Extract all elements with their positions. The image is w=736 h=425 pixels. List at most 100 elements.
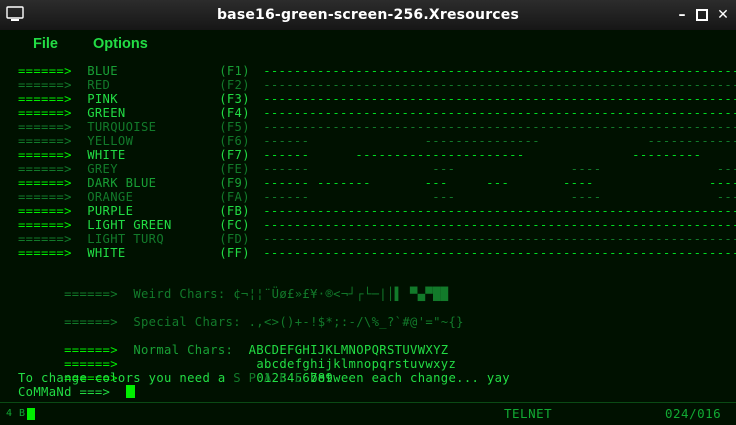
color-code: (FB)	[219, 204, 250, 218]
color-code: (F4)	[219, 106, 250, 120]
color-name: PURPLE	[87, 204, 134, 218]
status-cursor-position: 024/016	[665, 406, 722, 421]
color-name: RED	[87, 78, 111, 92]
color-name: GREEN	[87, 106, 126, 120]
minimize-icon[interactable]: –	[674, 7, 690, 23]
instruction-prefix: To change colors you need a	[18, 371, 234, 385]
normal-chars-row-upper: ======> Normal Chars: ABCDEFGHIJKLMNOPQR…	[18, 329, 449, 357]
color-row: ======> ORANGE (FA) ------ --- ---- ------…	[18, 190, 736, 204]
color-code: (F3)	[219, 92, 250, 106]
color-name: LIGHT TURQ	[87, 232, 165, 246]
color-dashes: ----------------------------------------…	[263, 232, 736, 246]
row-arrow: ======>	[18, 232, 72, 246]
color-dashes: ----------------------------------------…	[263, 120, 736, 134]
menu-file[interactable]: File	[33, 36, 58, 52]
color-name: WHITE	[87, 148, 126, 162]
color-name: PINK	[87, 92, 118, 106]
color-name: TURQUOISE	[87, 120, 157, 134]
color-name: DARK BLUE	[87, 176, 157, 190]
row-arrow: ======>	[18, 246, 72, 260]
color-name: ORANGE	[87, 190, 134, 204]
color-name: WHITE	[87, 246, 126, 260]
status-indicator: 4 B	[6, 408, 26, 419]
weird-chars-label: Weird Chars:	[133, 287, 226, 301]
window-title: base16-green-screen-256.Xresources	[216, 7, 520, 23]
color-dashes: ------ --- ---- ---------------	[263, 162, 736, 176]
color-row: ======> BLUE (F1) ------------------------…	[18, 64, 736, 78]
weird-chars-value: ¢¬¦¦¨Üø£»£¥·®<¬┘┌└─|│▌ ▀▄▀██	[233, 287, 449, 301]
status-session: TELNET	[504, 406, 553, 421]
color-name: GREY	[87, 162, 118, 176]
color-code: (F9)	[219, 176, 250, 190]
row-arrow: ======>	[18, 176, 72, 190]
color-code: (FE)	[219, 162, 250, 176]
color-row: ======> WHITE (F7) ------ ----------------…	[18, 148, 736, 162]
color-row: ======> GREY (FE) ------ --- ---- --------…	[18, 162, 736, 176]
row-arrow: ======>	[18, 148, 72, 162]
terminal-window: base16-green-screen-256.Xresources – ✕ F…	[0, 0, 736, 425]
color-row: ======> YELLOW (F6) ------ ---------------…	[18, 134, 736, 148]
menu-options[interactable]: Options	[93, 36, 148, 52]
color-dashes: ----------------------------------------…	[263, 204, 736, 218]
title-bar: base16-green-screen-256.Xresources – ✕	[0, 0, 736, 30]
row-arrow: ======>	[18, 162, 72, 176]
color-code: (FD)	[219, 232, 250, 246]
color-row: ======> PURPLE (FB) ----------------------…	[18, 204, 736, 218]
row-arrow: ======>	[18, 92, 72, 106]
color-dashes: ----------------------------------------…	[263, 92, 736, 106]
special-chars-value: .,<>()+-!$*;:-/\%_?`#@'="~{}	[248, 315, 464, 329]
color-dashes: ------ --- ---- ---------------	[263, 190, 736, 204]
color-dashes: ----------------------------------------…	[263, 64, 736, 78]
instruction-space: S P A C E	[233, 371, 303, 385]
color-name: YELLOW	[87, 134, 134, 148]
color-code: (FC)	[219, 218, 250, 232]
color-name: LIGHT GREEN	[87, 218, 172, 232]
color-row: ======> WHITE (FF) -----------------------…	[18, 246, 736, 260]
normal-chars-row-digits: ======> 0123456789	[18, 357, 333, 385]
weird-chars-row: ======> Weird Chars: ¢¬¦¦¨Üø£»£¥·®<¬┘┌└─…	[18, 273, 449, 301]
color-dashes: ------ --------------- ------------ ---	[263, 134, 736, 148]
color-code: (FF)	[219, 246, 250, 260]
maximize-icon[interactable]	[694, 7, 710, 23]
color-dashes: ----------------------------------------…	[263, 106, 736, 120]
color-code: (F1)	[219, 64, 250, 78]
color-row: ======> LIGHT TURQ (FD) ------------------…	[18, 232, 736, 246]
row-arrow: ======>	[18, 106, 72, 120]
special-chars-row: ======> Special Chars: .,<>()+-!$*;:-/\%…	[18, 301, 464, 329]
row-arrow: ======>	[18, 78, 72, 92]
row-arrow: ======>	[18, 134, 72, 148]
color-row: ======> PINK (F3) ------------------------…	[18, 92, 736, 106]
color-row: ======> DARK BLUE (F9) ------ ------- --- …	[18, 176, 736, 190]
row-arrow: ======>	[18, 120, 72, 134]
row-arrow: ======>	[18, 204, 72, 218]
color-row: ======> GREEN (F4) -----------------------…	[18, 106, 736, 120]
row-arrow: ======>	[18, 190, 72, 204]
special-chars-label: Special Chars:	[133, 315, 241, 329]
color-row: ======> LIGHT GREEN (FC) -----------------…	[18, 218, 736, 232]
status-bar: 4 B TELNET 024/016	[0, 402, 736, 425]
command-line[interactable]: CoMMaNd ===>	[18, 385, 135, 399]
close-icon[interactable]: ✕	[715, 7, 731, 23]
instruction-suffix: between each change... yay	[302, 371, 510, 385]
color-name: BLUE	[87, 64, 118, 78]
color-code: (F5)	[219, 120, 250, 134]
color-code: (FA)	[219, 190, 250, 204]
color-dashes: ----------------------------------------…	[263, 78, 736, 92]
normal-chars-row-lower: ======> abcdefghijklmnopqrstuvwxyz	[18, 343, 456, 371]
color-code: (F6)	[219, 134, 250, 148]
color-row: ======> TURQUOISE (F5) -------------------…	[18, 120, 736, 134]
row-arrow: ======>	[64, 287, 118, 301]
row-arrow: ======>	[64, 315, 118, 329]
terminal-screen[interactable]: ======> BLUE (F1) ------------------------…	[4, 60, 736, 402]
color-dashes: ------ ------- --- --- ---- ------------…	[263, 176, 736, 190]
instruction-line: To change colors you need a S P A C E be…	[18, 371, 510, 385]
color-row: ======> RED (F2) -------------------------…	[18, 78, 736, 92]
color-dashes: ----------------------------------------…	[263, 246, 736, 260]
command-prompt: CoMMaNd ===>	[18, 385, 111, 399]
status-cursor-block	[27, 408, 35, 420]
color-dashes: ----------------------------------------…	[263, 218, 736, 232]
text-cursor	[125, 385, 135, 398]
color-code: (F7)	[219, 148, 250, 162]
color-code: (F2)	[219, 78, 250, 92]
menu-bar: File Options	[0, 30, 736, 85]
